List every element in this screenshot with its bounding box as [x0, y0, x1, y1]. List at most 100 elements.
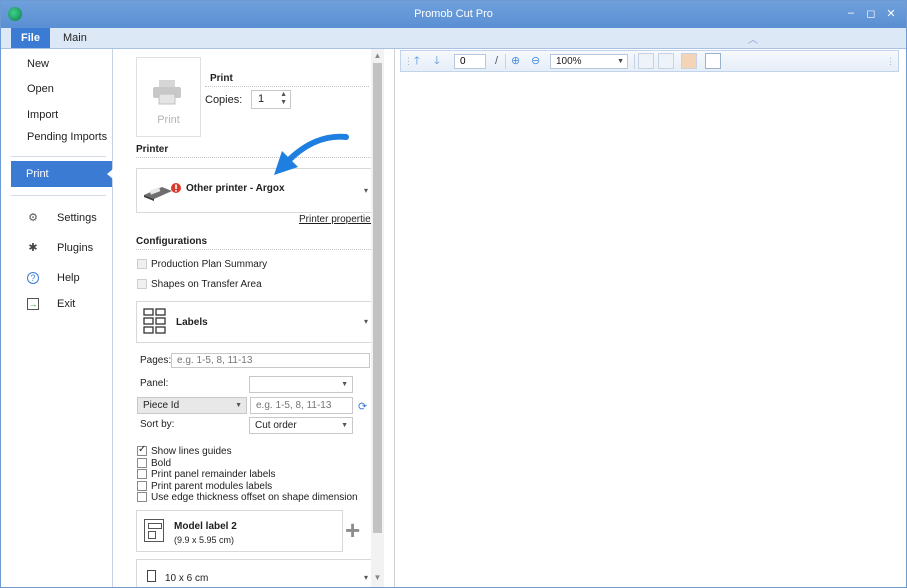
menu-item-settings[interactable]: ⚙ Settings: [1, 207, 112, 229]
puzzle-icon: ✱: [28, 242, 38, 254]
page-up-icon[interactable]: 🡑: [414, 54, 420, 69]
window-controls: ‒ ◻ ✕: [846, 7, 896, 20]
help-icon: ?: [27, 272, 39, 284]
menu-item-import[interactable]: Import: [1, 104, 112, 126]
spin-arrows-icon[interactable]: ▲ ▼: [280, 91, 287, 107]
panel-label: Panel:: [140, 378, 169, 389]
options-scrollbar-thumb[interactable]: [373, 63, 382, 533]
copies-value: 1: [258, 93, 265, 105]
filter-field-select[interactable]: Piece Id ▼: [137, 397, 247, 414]
menu-item-print-label: Print: [26, 168, 49, 180]
zoom-in-icon[interactable]: ⊕: [511, 54, 520, 69]
maximize-button[interactable]: ◻: [866, 7, 876, 20]
exit-icon: →: [27, 298, 39, 310]
panel-remainder-checkbox[interactable]: [137, 469, 147, 479]
shapes-transfer-label: Shapes on Transfer Area: [151, 279, 262, 290]
toolbar-divider: [505, 54, 506, 69]
preview-toolbar: ⋮ 🡑 🡓 / ⊕ ⊖ 100% ▼ ⋮: [400, 50, 899, 72]
printer-name: Other printer - Argox: [186, 183, 285, 194]
close-button[interactable]: ✕: [886, 7, 896, 20]
printer-properties-link[interactable]: Printer properties: [299, 214, 376, 225]
show-lines-guides-checkbox[interactable]: [137, 444, 147, 456]
copies-stepper[interactable]: 1 ▲ ▼: [251, 90, 291, 109]
menu-item-plugins-label: Plugins: [57, 242, 94, 254]
chevron-up-icon[interactable]: ︿: [748, 31, 758, 46]
edge-thickness-checkbox[interactable]: [137, 492, 147, 502]
page-down-icon[interactable]: 🡓: [434, 54, 440, 69]
chevron-down-icon: ▼: [341, 381, 348, 388]
bold-label: Bold: [151, 458, 172, 469]
menu-item-print[interactable]: Print: [11, 161, 113, 187]
hand-tool-icon[interactable]: [681, 53, 697, 69]
add-model-icon[interactable]: +: [345, 517, 360, 543]
configurations-section-title: Configurations: [136, 236, 208, 247]
title-bar: Promob Cut Pro ‒ ◻ ✕: [1, 1, 906, 28]
labels-grid-icon: [143, 308, 166, 334]
tab-main[interactable]: Main: [53, 28, 97, 48]
label-printer-icon: [144, 183, 181, 201]
label-size-select[interactable]: 10 x 6 cm ▾: [136, 559, 373, 587]
refresh-icon[interactable]: ⟳: [358, 400, 367, 413]
minimize-button[interactable]: ‒: [846, 7, 856, 20]
tab-file[interactable]: File: [11, 28, 50, 48]
label-model-select[interactable]: Model label 2 (9.9 x 5.95 cm): [136, 510, 343, 552]
report-type-value: Labels: [176, 317, 208, 328]
zoom-out-icon[interactable]: ⊖: [531, 54, 540, 69]
menu-item-exit-label: Exit: [57, 298, 76, 310]
toolbar-divider: [634, 54, 635, 69]
panel-select[interactable]: ▼: [249, 376, 353, 393]
printer-icon: [153, 80, 181, 105]
menu-item-settings-label: Settings: [57, 212, 97, 224]
app-window: Promob Cut Pro ‒ ◻ ✕ File Main ︿ New Ope…: [0, 0, 907, 588]
sort-label: Sort by:: [140, 419, 175, 430]
menu-item-plugins[interactable]: ✱ Plugins: [1, 237, 112, 259]
pages-label: Pages:: [140, 355, 172, 366]
section-divider: [205, 86, 369, 87]
fit-width-button[interactable]: [638, 53, 654, 69]
show-lines-guides-label: Show lines guides: [151, 446, 232, 457]
menu-item-exit[interactable]: → Exit: [1, 293, 112, 315]
chevron-down-icon: ▼: [235, 402, 242, 409]
menu-item-help[interactable]: ? Help: [1, 267, 112, 289]
toolbar-grip-icon: ⋮: [404, 56, 413, 66]
scroll-down-icon[interactable]: ▼: [372, 573, 383, 585]
parent-modules-checkbox[interactable]: [137, 481, 147, 491]
bold-checkbox[interactable]: [137, 458, 147, 468]
toolbar-overflow-icon[interactable]: ⋮: [886, 54, 895, 69]
page-setup-icon[interactable]: [705, 53, 721, 69]
menu-item-open[interactable]: Open: [1, 78, 112, 100]
scroll-up-icon[interactable]: ▲: [372, 51, 383, 63]
print-button-label: Print: [157, 114, 180, 126]
sort-select[interactable]: Cut order ▼: [249, 417, 353, 434]
production-plan-label: Production Plan Summary: [151, 259, 268, 270]
section-divider: [136, 249, 371, 250]
report-type-select[interactable]: Labels ▾: [136, 301, 373, 343]
copies-label: Copies:: [205, 94, 243, 106]
print-button[interactable]: Print: [136, 57, 201, 137]
production-plan-checkbox[interactable]: [137, 259, 147, 269]
chevron-down-icon: ▾: [363, 186, 368, 195]
chevron-down-icon: ▼: [341, 422, 348, 429]
fit-page-button[interactable]: [658, 53, 674, 69]
menu-divider: [11, 195, 106, 196]
parent-modules-label: Print parent modules labels: [151, 481, 273, 492]
panel-remainder-label: Print panel remainder labels: [151, 469, 276, 480]
menu-item-pending-imports[interactable]: Pending Imports: [1, 126, 112, 148]
sort-select-value: Cut order: [255, 420, 297, 431]
label-size-value: 10 x 6 cm: [165, 573, 209, 584]
pages-input[interactable]: [171, 353, 370, 368]
page-number-input[interactable]: [454, 54, 486, 69]
filter-input[interactable]: [250, 397, 353, 414]
label-size-icon: [147, 570, 156, 582]
shapes-transfer-checkbox[interactable]: [137, 279, 147, 289]
print-preview-area: [394, 49, 906, 587]
menu-item-new[interactable]: New: [1, 53, 112, 75]
annotation-arrow-icon: [274, 133, 349, 175]
zoom-select[interactable]: 100% ▼: [550, 54, 628, 69]
file-menu: New Open Import Pending Imports Print ⚙ …: [1, 49, 113, 587]
label-model-name: Model label 2: [174, 521, 237, 532]
label-model-icon: [144, 519, 164, 542]
printer-section-title: Printer: [136, 144, 169, 155]
menu-divider: [11, 156, 106, 157]
gear-icon: ⚙: [28, 212, 38, 224]
